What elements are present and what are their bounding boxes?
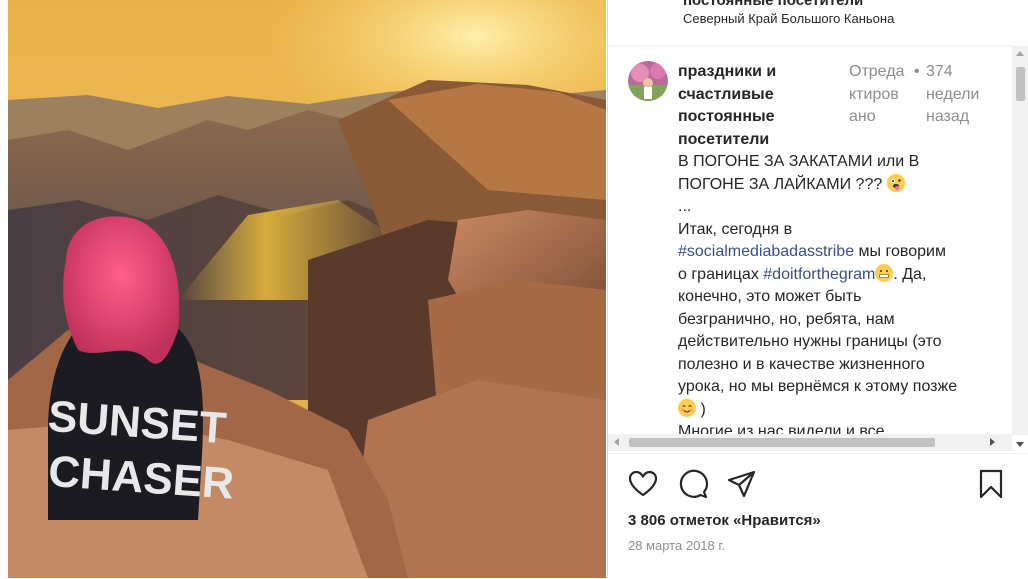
caption-line: урока, но мы вернёмся к этому позже	[678, 378, 958, 395]
avatar[interactable]	[628, 61, 668, 101]
meta-line: назад	[926, 108, 970, 125]
author-line: праздники и	[678, 63, 777, 80]
caption-line-text: ПОГОНЕ ЗА ЛАЙКАМИ ???	[678, 175, 887, 193]
caption-line: ПОГОНЕ ЗА ЛАЙКАМИ ???	[678, 173, 988, 197]
caption-line-text: )	[696, 400, 706, 418]
post-photo[interactable]: SUNSET CHASER	[8, 0, 606, 578]
likes-count[interactable]: 3 806 отметок «Нравится»	[628, 512, 821, 529]
post-header: постоянные посетители Северный Край Боль…	[608, 0, 1028, 47]
vertical-scrollbar[interactable]	[1012, 47, 1028, 447]
bookmark-icon[interactable]	[975, 468, 1007, 500]
caption-text: В ПОГОНЕ ЗА ЗАКАТАМИ или В ПОГОНЕ ЗА ЛАЙ…	[678, 151, 988, 444]
hashtag-link[interactable]: #socialmediabadasstribe	[678, 243, 854, 260]
caption-line: безгранично, но, ребята, нам	[678, 310, 895, 328]
avatar-image	[628, 61, 668, 101]
caption-line: полезно и в качестве жизненного	[678, 355, 925, 373]
scroll-up-arrow-icon[interactable]	[1016, 51, 1024, 56]
horizontal-scroll-thumb[interactable]	[629, 438, 935, 447]
scroll-right-arrow-icon[interactable]	[990, 438, 995, 446]
meta-line: Отреда	[849, 63, 905, 80]
post-date[interactable]: 28 марта 2018 г.	[628, 538, 725, 553]
caption-line: Итак, сегодня в	[678, 220, 793, 238]
header-author-name[interactable]: постоянные посетители	[683, 0, 863, 9]
grimace-emoji-icon	[875, 263, 894, 282]
caption-line: ...	[678, 198, 692, 215]
comment-time[interactable]: 374 недели назад	[926, 61, 988, 129]
comment-icon[interactable]	[677, 468, 709, 500]
author-line: посетители	[678, 130, 770, 148]
caption-line-text: мы говорим	[854, 243, 946, 260]
post-actions: 3 806 отметок «Нравится» 28 марта 2018 г…	[608, 453, 1028, 579]
comments-area: праздники и счастливые постоянные посети…	[608, 47, 1028, 452]
heart-icon[interactable]	[627, 468, 659, 500]
edited-label: Отреда ктиров ано	[849, 61, 911, 129]
meta-line: недели	[926, 85, 980, 103]
share-icon[interactable]	[726, 468, 758, 500]
crazy-face-emoji-icon	[886, 173, 905, 192]
post-details-panel: постоянные посетители Северный Край Боль…	[607, 0, 1028, 578]
scroll-down-arrow-icon[interactable]	[1016, 442, 1024, 447]
author-line: счастливые	[678, 85, 774, 103]
comment-author[interactable]: праздники и счастливые постоянные посети…	[678, 61, 828, 151]
scroll-left-arrow-icon[interactable]	[614, 438, 619, 446]
caption-line: о границах #doitforthegram . Да,	[678, 263, 988, 287]
scroll-thumb[interactable]	[1016, 67, 1025, 101]
caption-line: )	[678, 398, 988, 422]
author-line: постоянные	[678, 108, 775, 125]
caption-line: действительно нужны границы (это	[678, 333, 942, 350]
location-link[interactable]: Северный Край Большого Каньона	[683, 11, 894, 26]
horizontal-scrollbar[interactable]	[608, 434, 1012, 451]
meta-line: ано	[849, 108, 876, 125]
caption-line: В ПОГОНЕ ЗА ЗАКАТАМИ или В	[678, 153, 920, 170]
caption-line-text: . Да,	[893, 265, 927, 283]
smiling-face-emoji-icon	[678, 398, 696, 417]
caption-line-text: о границах	[678, 265, 764, 283]
hashtag-link[interactable]: #doitforthegram	[763, 266, 875, 283]
canyon-photo: SUNSET CHASER	[8, 0, 606, 578]
caption-line: конечно, это может быть	[678, 288, 862, 305]
caption-line: #socialmediabadasstribe мы говорим	[678, 241, 988, 264]
meta-line: 374	[926, 63, 953, 80]
meta-line: ктиров	[849, 85, 899, 103]
